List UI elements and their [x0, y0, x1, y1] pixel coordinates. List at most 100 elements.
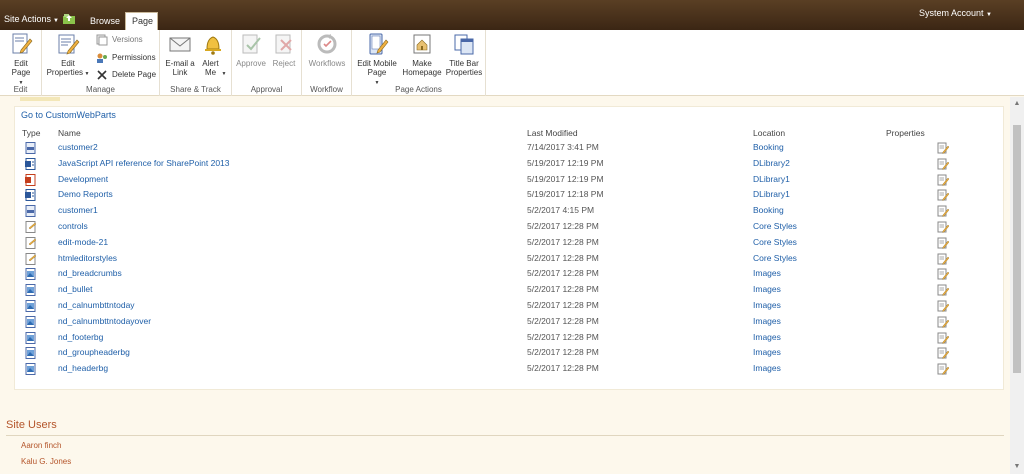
edit-properties-icon[interactable]	[937, 347, 949, 360]
edit-properties-icon[interactable]	[937, 221, 949, 233]
edit-mobile-page-button[interactable]: Edit Mobile Page▼	[354, 32, 400, 88]
edit-properties-icon[interactable]	[937, 237, 949, 249]
alert-me-button[interactable]: Alert Me ▼	[198, 32, 228, 79]
document-name-link[interactable]: nd_calnumbttntodayover	[58, 316, 151, 326]
column-header-type: Type	[22, 128, 41, 138]
scroll-down-arrow-icon[interactable]: ▼	[1010, 460, 1024, 474]
approve-button[interactable]: Approve	[235, 32, 267, 68]
workflows-button[interactable]: Workflows	[306, 32, 348, 68]
document-name-link[interactable]: Development	[58, 174, 108, 184]
location-link[interactable]: Booking	[753, 142, 784, 152]
edit-properties-icon[interactable]	[937, 316, 949, 328]
table-row: customer2 7/14/2017 3:41 PM Booking	[0, 140, 1010, 156]
vertical-scrollbar[interactable]: ▲ ▼	[1010, 97, 1024, 474]
title-bar-properties-label: Title Bar Properties	[445, 59, 483, 77]
table-row: htmleditorstyles 5/2/2017 12:28 PM Core St…	[0, 251, 1010, 267]
table-row: JavaScript API reference for SharePoint …	[0, 156, 1010, 172]
edit-properties-icon[interactable]	[937, 300, 949, 312]
location-link[interactable]: Booking	[753, 205, 784, 215]
last-modified-value: 5/19/2017 12:19 PM	[527, 157, 604, 168]
document-name-link[interactable]: nd_groupheaderbg	[58, 347, 130, 357]
tab-page[interactable]: Page	[125, 12, 158, 30]
site-user-link[interactable]: Kalu G. Jones	[21, 457, 71, 466]
location-link[interactable]: DLibrary1	[753, 189, 790, 199]
table-row: edit-mode-21 5/2/2017 12:28 PM Core Styles	[0, 235, 1010, 251]
document-name-link[interactable]: nd_bullet	[58, 284, 93, 294]
scroll-up-arrow-icon[interactable]: ▲	[1010, 97, 1024, 111]
versions-button[interactable]: Versions	[96, 33, 143, 47]
word-doc-icon	[25, 157, 36, 170]
delete-icon	[97, 70, 107, 80]
document-name-link[interactable]: nd_headerbg	[58, 363, 108, 373]
document-name-link[interactable]: nd_calnumbttntoday	[58, 300, 135, 310]
make-homepage-button[interactable]: Make Homepage	[402, 32, 442, 77]
edit-page-button[interactable]: Edit Page ▼	[4, 32, 38, 88]
edit-properties-icon[interactable]	[937, 189, 949, 202]
reject-icon	[275, 34, 292, 54]
location-link[interactable]: Images	[753, 316, 781, 326]
goto-customwebparts-link[interactable]: Go to CustomWebParts	[21, 110, 116, 120]
last-modified-value: 5/2/2017 12:28 PM	[527, 363, 599, 374]
image-file-icon	[25, 315, 36, 328]
group-label-page-actions: Page Actions	[395, 85, 442, 94]
scrollbar-thumb[interactable]	[1013, 125, 1021, 373]
group-label-share-track: Share & Track	[170, 85, 221, 94]
site-user-link[interactable]: Aaron finch	[21, 441, 61, 450]
table-row: customer1 5/2/2017 4:15 PM Booking	[0, 203, 1010, 219]
location-link[interactable]: DLibrary1	[753, 174, 790, 184]
permissions-button[interactable]: Permissions	[96, 51, 156, 65]
edit-properties-icon[interactable]	[937, 284, 949, 297]
approve-label: Approve	[236, 59, 266, 68]
navigate-up-icon[interactable]	[63, 13, 75, 24]
document-name-link[interactable]: JavaScript API reference for SharePoint …	[58, 158, 230, 168]
divider	[20, 97, 60, 101]
edit-properties-icon[interactable]	[937, 363, 949, 376]
last-modified-value: 5/2/2017 12:28 PM	[527, 236, 599, 247]
tab-browse[interactable]: Browse	[82, 14, 128, 30]
title-bar-properties-button[interactable]: Title Bar Properties	[443, 32, 485, 77]
email-link-button[interactable]: E-mail a Link	[162, 32, 198, 77]
image-file-icon	[25, 284, 36, 297]
location-link[interactable]: DLibrary2	[753, 158, 790, 168]
location-link[interactable]: Core Styles	[753, 253, 797, 263]
location-link[interactable]: Images	[753, 332, 781, 342]
document-name-link[interactable]: htmleditorstyles	[58, 253, 117, 263]
location-link[interactable]: Images	[753, 300, 781, 310]
table-row: controls 5/2/2017 12:28 PM Core Styles	[0, 219, 1010, 235]
edit-properties-icon[interactable]	[937, 142, 949, 154]
last-modified-value: 5/2/2017 12:28 PM	[527, 284, 599, 295]
document-name-link[interactable]: edit-mode-21	[58, 237, 108, 247]
edit-page-label: Edit Page	[11, 59, 31, 77]
document-name-link[interactable]: Demo Reports	[58, 189, 113, 199]
edit-properties-label: Edit Properties	[46, 59, 84, 77]
document-name-link[interactable]: customer1	[58, 205, 98, 215]
top-bar: Site Actions ▼ Browse Page System Account…	[0, 0, 1024, 30]
location-link[interactable]: Core Styles	[753, 237, 797, 247]
edit-properties-icon[interactable]	[937, 158, 949, 170]
document-name-link[interactable]: nd_breadcrumbs	[58, 268, 122, 278]
edit-properties-icon[interactable]	[937, 253, 949, 265]
document-name-link[interactable]: customer2	[58, 142, 98, 152]
document-name-link[interactable]: controls	[58, 221, 88, 231]
delete-page-button[interactable]: Delete Page	[96, 68, 156, 82]
edit-properties-icon[interactable]	[937, 205, 949, 218]
edit-properties-button[interactable]: Edit Properties ▼	[46, 32, 90, 79]
location-link[interactable]: Images	[753, 284, 781, 294]
site-actions-menu[interactable]: Site Actions ▼	[4, 14, 59, 24]
document-name-link[interactable]: nd_footerbg	[58, 332, 103, 342]
location-link[interactable]: Images	[753, 347, 781, 357]
location-link[interactable]: Images	[753, 363, 781, 373]
edit-properties-icon[interactable]	[937, 332, 949, 344]
versions-label: Versions	[112, 35, 143, 44]
image-file-icon	[25, 300, 36, 312]
location-link[interactable]: Images	[753, 268, 781, 278]
location-link[interactable]: Core Styles	[753, 221, 797, 231]
image-file-icon	[25, 331, 36, 344]
reject-button[interactable]: Reject	[269, 32, 299, 68]
table-row: nd_bullet 5/2/2017 12:28 PM Images	[0, 282, 1010, 298]
edit-properties-icon[interactable]	[937, 174, 949, 186]
css-file-icon	[25, 236, 36, 249]
title-bar-icon	[454, 34, 474, 55]
user-menu[interactable]: System Account ▼	[919, 8, 992, 18]
edit-properties-icon[interactable]	[937, 268, 949, 281]
